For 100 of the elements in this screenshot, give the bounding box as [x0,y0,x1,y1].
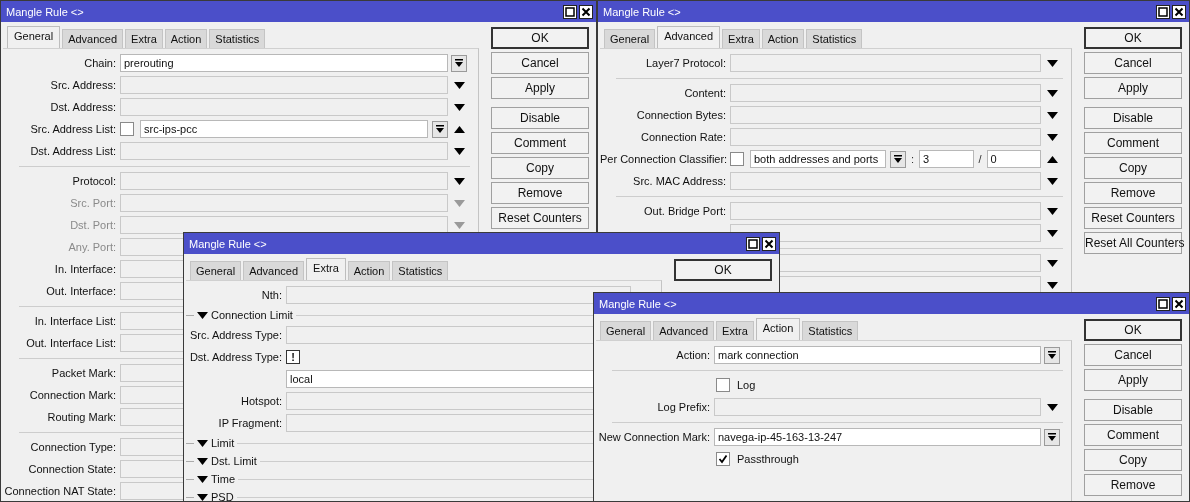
input-field[interactable] [730,128,1041,146]
down-arrow-icon[interactable] [1046,207,1058,215]
dialog-button[interactable]: Disable [491,107,589,129]
close-icon[interactable] [579,4,593,19]
dialog-button[interactable]: Remove [1084,474,1182,496]
dialog-button[interactable]: Comment [491,132,589,154]
dialog-button[interactable]: Disable [1084,107,1182,129]
dropdown-button[interactable] [1044,428,1060,446]
down-arrow-icon[interactable] [453,103,465,111]
input-field[interactable] [730,202,1041,220]
tab[interactable]: Statistics [806,29,863,48]
input-field[interactable] [120,76,448,94]
down-arrow-icon[interactable] [1046,111,1058,119]
tab[interactable]: Action [347,261,391,280]
input-field[interactable]: mark connection [714,346,1041,364]
checkbox[interactable] [730,152,744,166]
input-field[interactable] [714,398,1041,416]
tab[interactable]: General [600,321,652,340]
dropdown-button[interactable] [890,150,906,168]
input-field[interactable] [730,224,1041,242]
dialog-button[interactable]: Disable [1084,399,1182,421]
checkbox[interactable]: ! [286,350,300,364]
tab[interactable]: Advanced [657,26,721,48]
up-arrow-icon[interactable] [1046,155,1058,163]
dialog-button[interactable]: Reset All Counters [1084,232,1182,254]
input-field[interactable] [120,142,448,160]
down-triangle-icon[interactable] [197,311,208,319]
tab[interactable]: Action [761,29,805,48]
dialog-button[interactable]: OK [1084,319,1182,341]
input-field[interactable] [730,172,1041,190]
tab[interactable]: General [7,26,61,48]
dialog-button[interactable]: Comment [1084,132,1182,154]
down-arrow-icon[interactable] [1046,177,1058,185]
close-icon[interactable] [1172,4,1186,19]
dialog-button[interactable]: Cancel [1084,344,1182,366]
down-arrow-icon[interactable] [1046,89,1058,97]
tab[interactable]: Extra [722,29,760,48]
dropdown-button[interactable] [451,54,467,72]
dialog-button[interactable]: Apply [1084,77,1182,99]
down-arrow-icon[interactable] [453,147,465,155]
down-arrow-icon[interactable] [1046,133,1058,141]
dialog-button[interactable]: OK [1084,27,1182,49]
tab[interactable]: Extra [716,321,754,340]
checkbox[interactable] [716,452,730,466]
tab[interactable]: Action [755,318,801,340]
input-field[interactable] [730,54,1041,72]
tab[interactable]: Statistics [209,29,266,48]
input-field[interactable] [730,84,1041,102]
input-field[interactable]: 3 [919,150,974,168]
dialog-button[interactable]: Reset Counters [1084,207,1182,229]
dialog-button[interactable]: Copy [1084,157,1182,179]
input-field[interactable] [120,172,448,190]
dialog-button[interactable]: Reset Counters [491,207,589,229]
down-arrow-icon[interactable] [1046,229,1058,237]
dropdown-button[interactable] [1044,346,1060,364]
dialog-button[interactable]: OK [674,259,772,281]
tab[interactable]: Statistics [802,321,859,340]
close-icon[interactable] [1172,296,1186,311]
down-arrow-icon[interactable] [453,177,465,185]
down-arrow-icon[interactable] [1046,59,1058,67]
section-label[interactable]: PSD [211,491,234,501]
dialog-button[interactable]: Copy [491,157,589,179]
down-triangle-icon[interactable] [197,493,208,501]
maximize-icon[interactable] [563,4,577,19]
maximize-icon[interactable] [1156,296,1170,311]
down-arrow-icon[interactable] [1046,403,1058,411]
dialog-button[interactable]: Cancel [1084,52,1182,74]
input-field[interactable] [730,106,1041,124]
down-triangle-icon[interactable] [197,457,208,465]
dialog-button[interactable]: Copy [1084,449,1182,471]
dialog-button[interactable]: Comment [1084,424,1182,446]
close-icon[interactable] [762,236,776,251]
tab[interactable]: Extra [125,29,163,48]
down-arrow-icon[interactable] [1046,259,1058,267]
dialog-button[interactable]: Remove [1084,182,1182,204]
dialog-button[interactable]: OK [491,27,589,49]
tab[interactable]: Action [164,29,208,48]
input-field[interactable]: both addresses and ports [750,150,886,168]
section-label[interactable]: Limit [211,437,235,449]
tab[interactable]: General [190,261,242,280]
dropdown-button[interactable] [432,120,448,138]
dialog-button[interactable]: Remove [491,182,589,204]
input-field[interactable]: src-ips-pcc [140,120,428,138]
tab[interactable]: Advanced [62,29,124,48]
down-triangle-icon[interactable] [197,475,208,483]
input-field[interactable]: 0 [986,150,1041,168]
dialog-button[interactable]: Cancel [491,52,589,74]
down-triangle-icon[interactable] [197,439,208,447]
section-label[interactable]: Time [211,473,236,485]
maximize-icon[interactable] [1156,4,1170,19]
input-field[interactable]: prerouting [120,54,448,72]
dialog-button[interactable]: Apply [491,77,589,99]
input-field[interactable]: navega-ip-45-163-13-247 [714,428,1041,446]
checkbox[interactable] [716,378,730,392]
tab[interactable]: Advanced [653,321,715,340]
down-arrow-icon[interactable] [453,81,465,89]
tab[interactable]: Statistics [392,261,449,280]
down-arrow-icon[interactable] [1046,281,1058,289]
dialog-button[interactable]: Apply [1084,369,1182,391]
tab[interactable]: Advanced [243,261,305,280]
